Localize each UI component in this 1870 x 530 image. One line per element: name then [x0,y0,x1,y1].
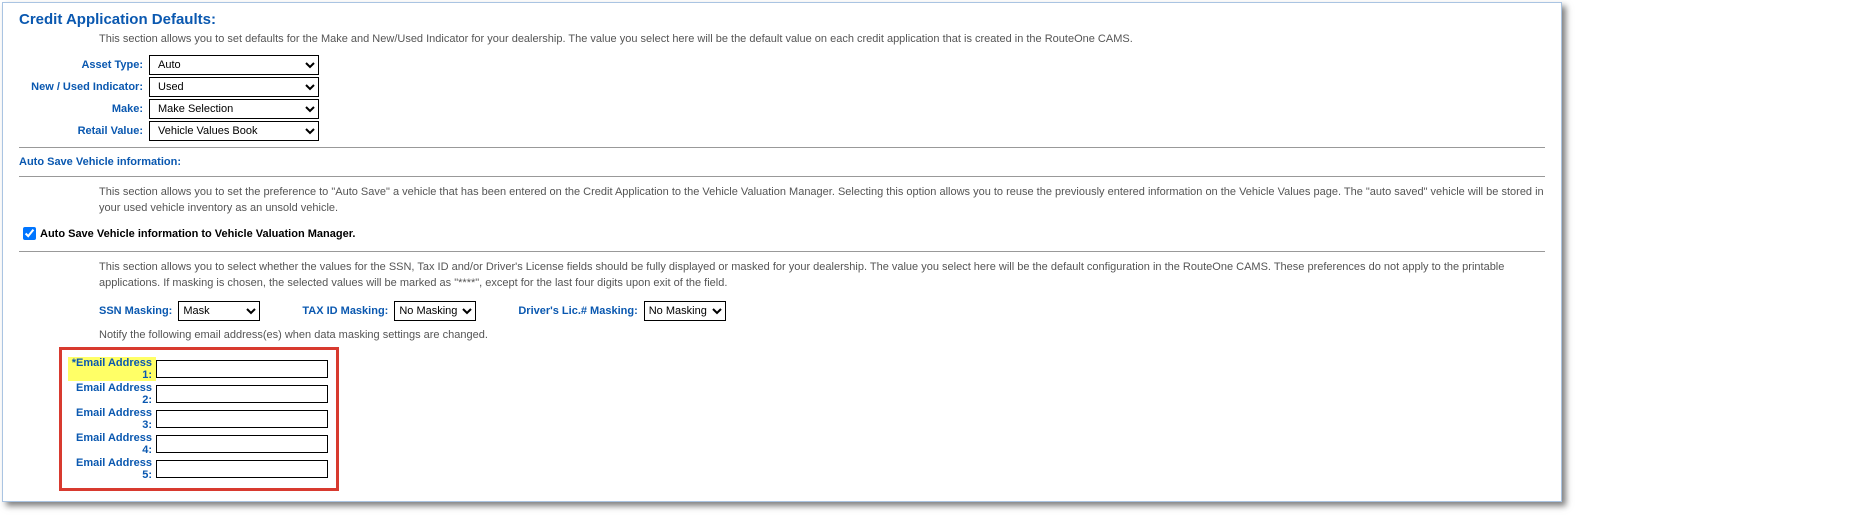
input-email-3[interactable] [156,410,328,428]
label-email-1: *Email Address 1: [68,357,156,381]
label-tax-masking: TAX ID Masking: [302,305,388,317]
auto-save-checkbox-row: Auto Save Vehicle information to Vehicle… [9,222,1555,245]
row-new-used: New / Used Indicator: Used [9,77,1555,97]
email-row-1: *Email Address 1: [68,357,330,381]
label-email-2: Email Address 2: [68,382,156,406]
divider [19,176,1545,177]
select-retail-value[interactable]: Vehicle Values Book [149,121,319,141]
label-email-5: Email Address 5: [68,457,156,481]
label-make: Make: [19,103,149,115]
email-row-5: Email Address 5: [68,457,330,481]
select-asset-type[interactable]: Auto [149,55,319,75]
select-tax-masking[interactable]: No Masking [394,301,476,321]
email-block: *Email Address 1: Email Address 2: Email… [59,347,339,491]
input-email-1[interactable] [156,360,328,378]
header-description: This section allows you to set defaults … [9,30,1555,53]
auto-save-checkbox-label: Auto Save Vehicle information to Vehicle… [40,228,355,240]
label-new-used: New / Used Indicator: [19,81,149,93]
label-email-4: Email Address 4: [68,432,156,456]
masking-row: SSN Masking: Mask TAX ID Masking: No Mas… [9,297,1555,327]
settings-panel: Credit Application Defaults: This sectio… [2,2,1562,502]
auto-save-title: Auto Save Vehicle information: [9,154,1555,170]
masking-description: This section allows you to select whethe… [9,258,1555,297]
label-dl-masking: Driver's Lic.# Masking: [518,305,637,317]
email-row-2: Email Address 2: [68,382,330,406]
label-retail-value: Retail Value: [19,125,149,137]
input-email-4[interactable] [156,435,328,453]
page-title: Credit Application Defaults: [9,7,1555,30]
label-asset-type: Asset Type: [19,59,149,71]
auto-save-checkbox[interactable] [23,227,36,240]
row-make: Make: Make Selection [9,99,1555,119]
select-dl-masking[interactable]: No Masking [644,301,726,321]
email-row-4: Email Address 4: [68,432,330,456]
input-email-2[interactable] [156,385,328,403]
select-new-used[interactable]: Used [149,77,319,97]
auto-save-description: This section allows you to set the prefe… [9,183,1555,222]
row-retail-value: Retail Value: Vehicle Values Book [9,121,1555,141]
select-ssn-masking[interactable]: Mask [178,301,260,321]
divider [19,251,1545,252]
divider [19,147,1545,148]
row-asset-type: Asset Type: Auto [9,55,1555,75]
notify-text: Notify the following email address(es) w… [9,327,1555,347]
select-make[interactable]: Make Selection [149,99,319,119]
label-ssn-masking: SSN Masking: [99,305,172,317]
label-email-3: Email Address 3: [68,407,156,431]
input-email-5[interactable] [156,460,328,478]
email-row-3: Email Address 3: [68,407,330,431]
